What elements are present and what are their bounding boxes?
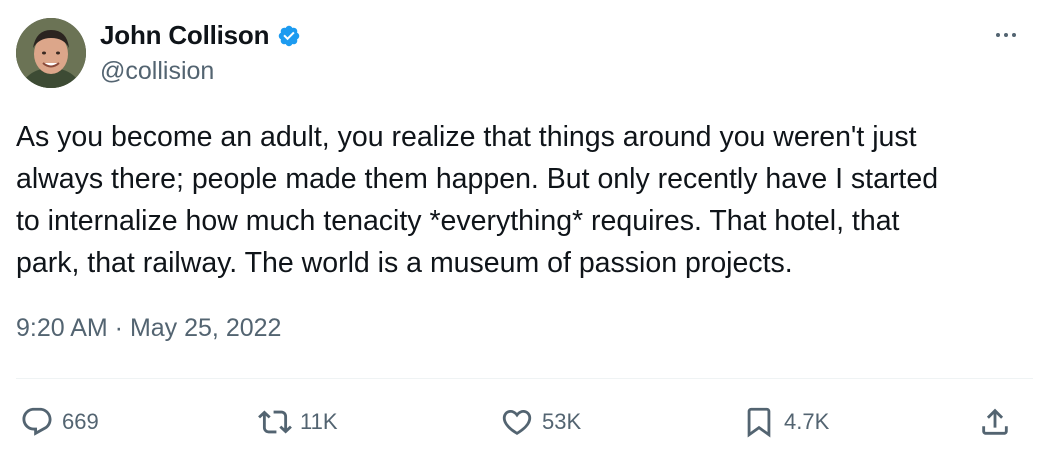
- retweet-button[interactable]: 11K: [258, 400, 338, 444]
- bookmark-count: 4.7K: [784, 409, 830, 434]
- author-name[interactable]: John Collison: [100, 20, 269, 51]
- more-dot: [1004, 33, 1008, 37]
- more-dot: [1012, 33, 1016, 37]
- share-button[interactable]: [978, 400, 1012, 444]
- author-handle[interactable]: @collision: [100, 57, 214, 86]
- author-name-row: John Collison: [100, 20, 301, 51]
- avatar[interactable]: [16, 18, 86, 88]
- retweet-count: 11K: [300, 409, 338, 434]
- tweet-text: As you become an adult, you realize that…: [16, 121, 939, 279]
- tweet-card: John Collison @collision As you become a…: [0, 0, 1049, 462]
- more-dot: [996, 33, 1000, 37]
- like-count: 53K: [542, 409, 582, 434]
- tweet-timestamp[interactable]: 9:20 AM · May 25, 2022: [16, 314, 281, 343]
- bookmark-button[interactable]: 4.7K: [742, 400, 829, 444]
- heart-icon: [502, 409, 532, 435]
- reply-icon: [22, 407, 52, 436]
- reply-button[interactable]: 669: [20, 400, 99, 444]
- share-icon: [982, 408, 1008, 435]
- bookmark-icon: [747, 407, 771, 438]
- divider: [16, 378, 1033, 379]
- avatar-image: [16, 18, 86, 88]
- more-icon[interactable]: [989, 22, 1023, 48]
- retweet-icon: [258, 410, 292, 434]
- reply-count: 669: [62, 409, 99, 434]
- verified-badge-icon: [277, 24, 301, 48]
- action-bar: 669 11K 53K 4.7K: [0, 400, 1049, 444]
- like-button[interactable]: 53K: [500, 400, 581, 444]
